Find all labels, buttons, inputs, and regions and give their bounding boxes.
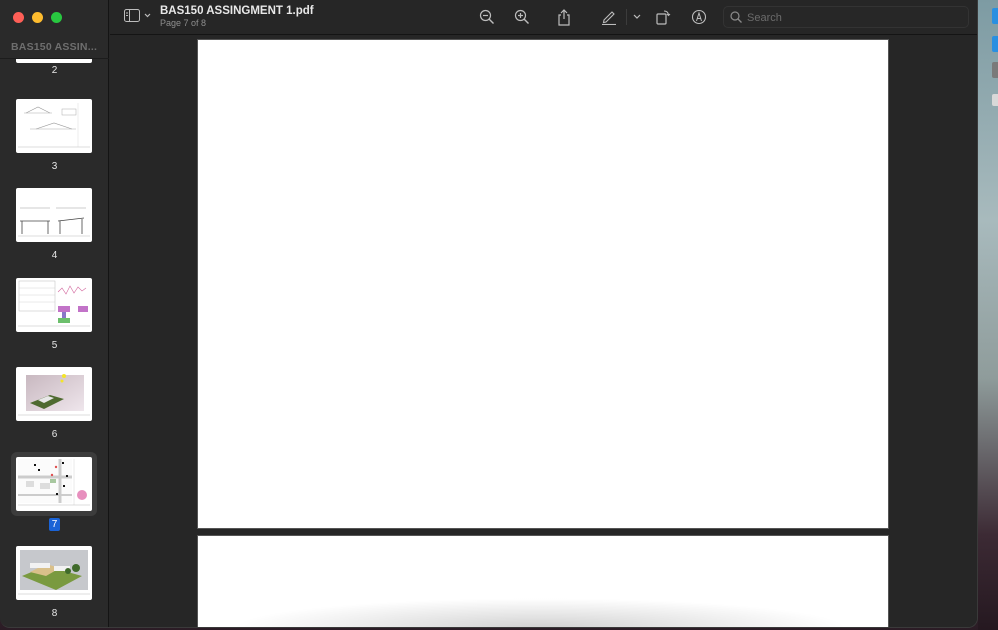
page-number: 8 bbox=[51, 608, 58, 619]
close-button[interactable] bbox=[13, 12, 24, 23]
sidebar-title: BAS150 ASSIN... bbox=[11, 41, 98, 53]
share-icon bbox=[558, 8, 570, 26]
page-number: 5 bbox=[51, 340, 58, 351]
page-thumbnail[interactable] bbox=[16, 546, 92, 600]
page-thumbnail[interactable] bbox=[16, 188, 92, 242]
window-controls bbox=[13, 12, 62, 23]
page-thumbnail[interactable] bbox=[16, 367, 92, 421]
rotate-button[interactable] bbox=[654, 8, 672, 26]
sidebar-toggle-icon bbox=[124, 9, 140, 22]
divider bbox=[626, 9, 627, 25]
document-view[interactable] bbox=[110, 36, 977, 627]
sidebar-toggle-button[interactable] bbox=[124, 9, 151, 22]
page-thumbnail[interactable] bbox=[16, 99, 92, 153]
markup-pen-icon bbox=[602, 11, 616, 25]
desktop-folder-icon[interactable] bbox=[992, 8, 998, 24]
page-number: 7 bbox=[0, 518, 109, 531]
page-number: 3 bbox=[51, 161, 58, 172]
search-field[interactable]: Search bbox=[723, 6, 969, 28]
maximize-button[interactable] bbox=[51, 12, 62, 23]
page-thumbnail[interactable] bbox=[16, 278, 92, 332]
page-thumbnail[interactable] bbox=[16, 457, 92, 511]
minimize-button[interactable] bbox=[32, 12, 43, 23]
markup-dropdown-button[interactable] bbox=[628, 8, 646, 26]
page-number: 6 bbox=[51, 429, 58, 440]
page-thumbnail[interactable] bbox=[16, 59, 92, 63]
zoom-out-icon bbox=[479, 9, 494, 24]
page-number: 2 bbox=[51, 65, 58, 76]
toolbar: BAS150 ASSINGMENT 1.pdf Page 7 of 8 Sear… bbox=[110, 0, 977, 35]
annotate-icon bbox=[691, 9, 707, 25]
zoom-in-button[interactable] bbox=[513, 8, 531, 26]
thumbnail-sidebar: BAS150 ASSIN... 2 3 4 5 6 7 8 bbox=[0, 0, 109, 627]
annotate-button[interactable] bbox=[690, 8, 708, 26]
share-button[interactable] bbox=[555, 8, 573, 26]
chevron-down-icon bbox=[633, 14, 641, 19]
zoom-out-button[interactable] bbox=[478, 8, 496, 26]
document-title: BAS150 ASSINGMENT 1.pdf bbox=[160, 5, 314, 17]
desktop-file-icon[interactable] bbox=[992, 94, 998, 106]
page-number: 4 bbox=[51, 250, 58, 261]
page-shadow bbox=[230, 598, 850, 627]
preview-window: BAS150 ASSIN... 2 3 4 5 6 7 8 BAS150 ASS… bbox=[0, 0, 978, 628]
rotate-icon bbox=[656, 10, 671, 25]
chevron-down-icon bbox=[144, 13, 151, 18]
markup-button[interactable] bbox=[600, 8, 618, 26]
zoom-in-icon bbox=[514, 9, 529, 24]
search-icon bbox=[730, 11, 742, 23]
pdf-page-7[interactable] bbox=[197, 39, 889, 529]
desktop-folder-icon[interactable] bbox=[992, 36, 998, 52]
thumbnail-list[interactable]: 2 3 4 5 6 7 8 bbox=[0, 59, 109, 627]
desktop-file-icon[interactable] bbox=[992, 62, 998, 78]
page-indicator: Page 7 of 8 bbox=[160, 18, 207, 28]
search-placeholder: Search bbox=[747, 12, 782, 24]
